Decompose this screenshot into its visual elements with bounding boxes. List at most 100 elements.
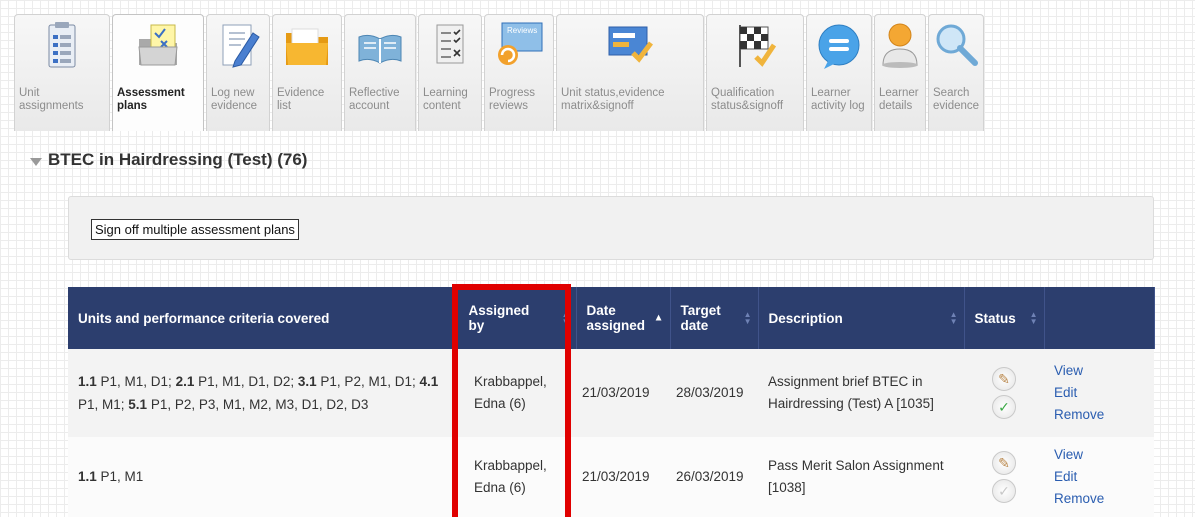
sort-ascending-icon: ▲: [653, 312, 664, 324]
signed-off-check-icon[interactable]: ✓: [992, 395, 1016, 419]
actions-panel: Sign off multiple assessment plans: [68, 196, 1154, 260]
view-link[interactable]: View: [1054, 360, 1144, 382]
tab-label: Learning content: [423, 87, 468, 112]
description-cell: Pass Merit Salon Assignment [1038]: [768, 458, 944, 495]
tab-assessment-plans[interactable]: Assessment plans: [112, 14, 204, 131]
magnifier-icon: [936, 24, 978, 66]
column-header-label: Target date: [680, 303, 721, 333]
target-date-cell: 26/03/2019: [676, 469, 744, 484]
criteria-items: P1, P2, P3, M1, M2, M3, D1, D2, D3: [147, 397, 369, 412]
tab-learner-details[interactable]: Learner details: [874, 14, 926, 131]
column-header-units[interactable]: Units and performance criteria covered: [68, 287, 453, 349]
tab-reflective-account[interactable]: Reflective account: [344, 14, 416, 131]
matrix-check-icon: [608, 26, 653, 63]
tab-unit-status-matrix[interactable]: Unit status,evidence matrix&signoff: [556, 14, 704, 131]
status-cell: ✎ ✓: [964, 437, 1044, 517]
checkered-flag-icon: [739, 25, 777, 67]
column-header-status[interactable]: Status ▲ ▼: [964, 287, 1045, 349]
tab-label: Qualification status&signoff: [711, 87, 784, 112]
actions-cell: View Edit Remove: [1044, 437, 1154, 517]
criteria-cell: 1.1 P1, M1, D1; 2.1 P1, M1, D1, D2; 3.1 …: [68, 349, 452, 437]
pencil-document-icon: [222, 24, 260, 68]
section-header[interactable]: BTEC in Hairdressing (Test) (76): [30, 150, 307, 170]
remove-link[interactable]: Remove: [1054, 404, 1144, 426]
column-header-label: Date assigned: [586, 303, 646, 333]
tab-label: Log new evidence: [211, 87, 258, 112]
criteria-items: P1, P2, M1, D1;: [316, 374, 420, 389]
criteria-items: P1, M1: [96, 469, 144, 484]
table-header-row: Units and performance criteria covered A…: [68, 287, 1155, 349]
status-cell: ✎ ✓: [964, 349, 1044, 437]
folder-icon: [286, 28, 328, 65]
tab-search-evidence[interactable]: Search evidence: [928, 14, 984, 131]
reviews-icon: Reviews: [498, 22, 543, 65]
column-header-label: Units and performance criteria covered: [78, 310, 330, 326]
view-link[interactable]: View: [1054, 444, 1144, 466]
column-header-label: Description: [768, 310, 843, 326]
column-header-label: Assigned by: [468, 303, 530, 333]
unit-number: 2.1: [175, 374, 195, 389]
assigned-by-cell: Krabbappel, Edna (6): [474, 374, 547, 411]
sign-off-multiple-button[interactable]: Sign off multiple assessment plans: [91, 219, 299, 240]
sort-icon: ▲ ▼: [561, 310, 570, 326]
tab-label: Search evidence: [933, 87, 980, 112]
tab-learner-activity-log[interactable]: Learner activity log: [806, 14, 872, 131]
table-row: 1.1 P1, M1, D1; 2.1 P1, M1, D1, D2; 3.1 …: [68, 349, 1154, 437]
date-assigned-cell: 21/03/2019: [582, 469, 650, 484]
tab-label: Reflective account: [349, 87, 400, 112]
toolbar: Unit assignments Assessment plans Log ne…: [14, 14, 984, 131]
chat-bubble-icon: [818, 24, 860, 69]
unit-number: 5.1: [128, 397, 148, 412]
criteria-items: P1, M1, D1, D2;: [194, 374, 298, 389]
tab-label: Unit assignments: [19, 87, 84, 112]
edit-link[interactable]: Edit: [1054, 466, 1144, 488]
edit-pencil-icon[interactable]: ✎: [992, 367, 1016, 391]
clipboard-list-icon: [48, 22, 76, 68]
not-signed-off-check-icon[interactable]: ✓: [992, 479, 1016, 503]
date-assigned-cell: 21/03/2019: [582, 385, 650, 400]
column-header-description[interactable]: Description ▲ ▼: [758, 287, 965, 349]
assessment-plans-table: Units and performance criteria covered A…: [68, 287, 1155, 517]
actions-cell: View Edit Remove: [1044, 349, 1154, 437]
edit-link[interactable]: Edit: [1054, 382, 1144, 404]
edit-pencil-icon[interactable]: ✎: [992, 451, 1016, 475]
svg-text:Reviews: Reviews: [507, 26, 537, 35]
sort-icon: ▲ ▼: [949, 310, 958, 326]
tab-evidence-list[interactable]: Evidence list: [272, 14, 342, 131]
section-title: BTEC in Hairdressing (Test) (76): [48, 150, 308, 169]
column-header-target-date[interactable]: Target date ▲ ▼: [670, 287, 759, 349]
tab-label: Progress reviews: [489, 87, 536, 112]
tab-label: Unit status,evidence matrix&signoff: [561, 87, 665, 112]
tab-qualification-status[interactable]: Qualification status&signoff: [706, 14, 804, 131]
open-book-icon: [358, 34, 402, 64]
column-header-assigned-by[interactable]: Assigned by ▲ ▼: [452, 287, 577, 349]
criteria-items: P1, M1;: [78, 397, 129, 412]
description-cell: Assignment brief BTEC in Hairdressing (T…: [768, 374, 934, 411]
assigned-by-cell: Krabbappel, Edna (6): [474, 458, 547, 495]
column-header-label: Status: [974, 310, 1016, 326]
collapse-caret-icon[interactable]: [30, 158, 42, 166]
tab-unit-assignments[interactable]: Unit assignments: [14, 14, 110, 131]
criteria-items: P1, M1, D1;: [96, 374, 176, 389]
remove-link[interactable]: Remove: [1054, 488, 1144, 510]
sort-icon: ▲ ▼: [1029, 310, 1038, 326]
user-icon: [882, 23, 918, 68]
column-header-actions: [1044, 287, 1155, 349]
tab-label: Learner details: [879, 87, 919, 112]
criteria-cell: 1.1 P1, M1: [68, 437, 452, 517]
table-row: 1.1 P1, M1 Krabbappel, Edna (6) 21/03/20…: [68, 437, 1154, 517]
tab-log-new-evidence[interactable]: Log new evidence: [206, 14, 270, 131]
tab-progress-reviews[interactable]: Reviews Progress reviews: [484, 14, 554, 131]
sort-icon: ▲ ▼: [743, 310, 752, 326]
folder-plan-icon: [138, 24, 178, 66]
tab-learning-content[interactable]: Learning content: [418, 14, 482, 131]
tab-label: Learner activity log: [811, 87, 865, 112]
target-date-cell: 28/03/2019: [676, 385, 744, 400]
tab-label: Evidence list: [277, 87, 325, 112]
unit-number: 3.1: [297, 374, 317, 389]
unit-number: 1.1: [78, 374, 97, 389]
tab-label: Assessment plans: [117, 87, 185, 112]
checklist-icon: [436, 24, 464, 64]
column-header-date-assigned[interactable]: Date assigned ▲: [576, 287, 671, 349]
unit-number: 1.1: [78, 469, 97, 484]
